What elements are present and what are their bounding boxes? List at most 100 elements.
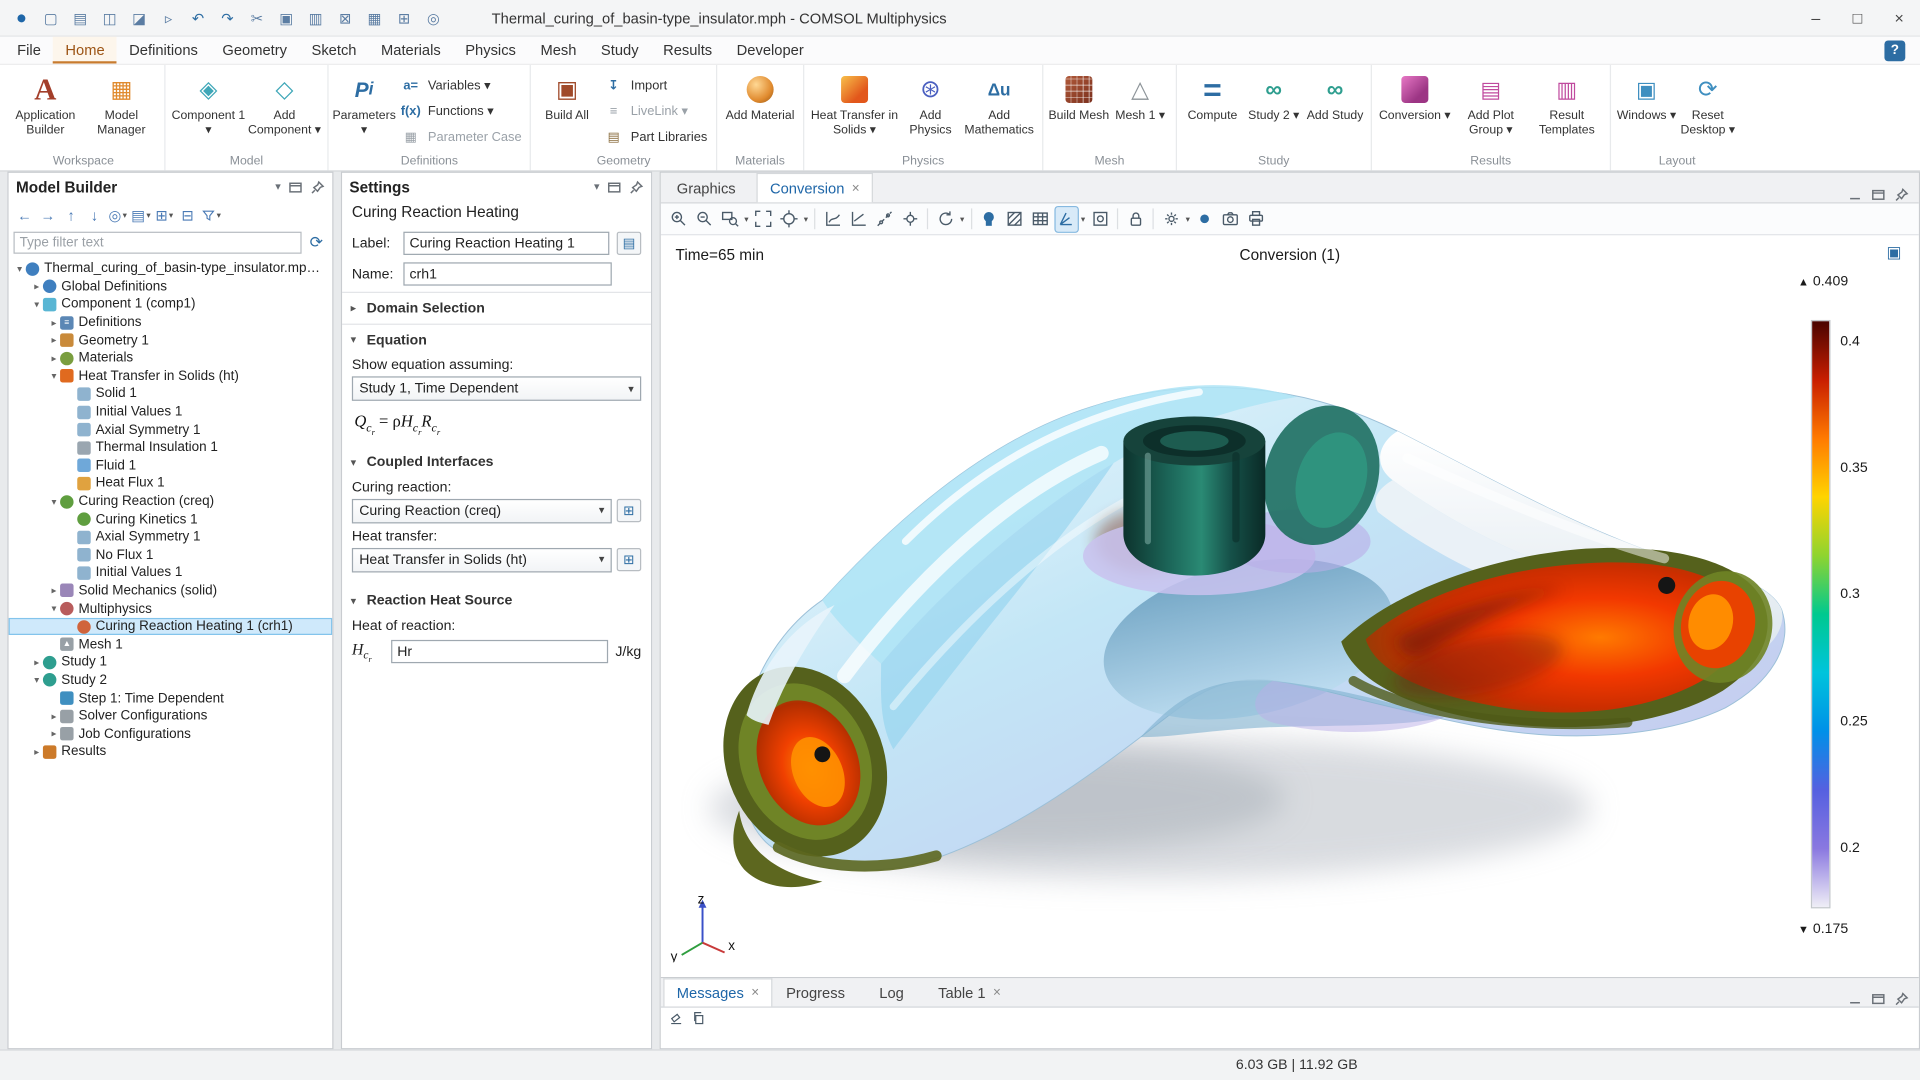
plot-settings-icon[interactable] <box>1159 205 1184 232</box>
menu-item[interactable]: Developer <box>724 37 816 64</box>
tree-item[interactable]: ▾ Component 1 (comp1) <box>9 296 333 314</box>
messages-tab[interactable]: Messages× <box>663 978 772 1006</box>
graphics-viewport[interactable]: Time=65 min Conversion (1) ▣ ▲ 0.409 0.4… <box>661 235 1919 977</box>
filter-icon[interactable]: ▾ <box>200 203 222 226</box>
build-all-button[interactable]: ▣Build All <box>536 66 597 152</box>
tree-item[interactable]: Thermal Insulation 1 <box>9 439 333 457</box>
tree-filter-input[interactable] <box>13 232 301 254</box>
qat-icon[interactable]: ⊠ <box>331 6 359 31</box>
cut-line-icon[interactable] <box>872 205 897 232</box>
functions-button[interactable]: f(x)Functions ▾ <box>395 99 526 122</box>
lock-view-icon[interactable] <box>1123 205 1148 232</box>
pin-panel-icon[interactable] <box>1894 992 1909 1007</box>
tree-expander[interactable]: ▸ <box>48 353 60 364</box>
tree-item[interactable]: Curing Kinetics 1 <box>9 510 333 528</box>
close-button[interactable]: × <box>1878 0 1920 36</box>
detach-panel-icon[interactable] <box>1871 992 1886 1007</box>
image-snapshot-icon[interactable] <box>1218 205 1243 232</box>
tree-expander[interactable]: ▸ <box>48 335 60 346</box>
tree-item[interactable]: ▸ Geometry 1 <box>9 331 333 349</box>
add-study-button[interactable]: ∞Add Study <box>1304 66 1365 152</box>
go-to-heat-transfer-button[interactable]: ⊞ <box>617 548 642 571</box>
tree-expander[interactable]: ▸ <box>31 657 43 668</box>
qat-icon[interactable]: ↷ <box>213 6 241 31</box>
tree-expander[interactable]: ▾ <box>31 299 43 310</box>
tree-item[interactable]: Solid 1 <box>9 385 333 403</box>
qat-icon[interactable]: ▢ <box>37 6 65 31</box>
zoom-extents-icon[interactable] <box>751 205 776 232</box>
tree-item[interactable]: ▸ Results <box>9 743 333 761</box>
go-to-default-view-icon[interactable] <box>777 205 802 232</box>
tree-item[interactable]: ▾ Thermal_curing_of_basin-type_insulator… <box>9 260 333 278</box>
tree-expander[interactable]: ▾ <box>48 371 60 382</box>
section-coupled-interfaces[interactable]: ▾Coupled Interfaces <box>342 449 651 475</box>
probe-icon[interactable] <box>898 205 923 232</box>
clip-plane-icon[interactable] <box>1088 205 1113 232</box>
move-down-icon[interactable]: ↓ <box>83 203 105 226</box>
tree-expander[interactable]: ▸ <box>48 728 60 739</box>
parameters-button[interactable]: PiParameters ▾ <box>333 66 394 152</box>
qat-icon[interactable]: ◎ <box>419 6 447 31</box>
panel-splitter[interactable] <box>333 172 340 1050</box>
table-surface-icon[interactable] <box>1028 205 1053 232</box>
add-component-button[interactable]: ◇Add Component ▾ <box>246 66 322 152</box>
tree-item[interactable]: Fluid 1 <box>9 457 333 475</box>
environment-settings-icon[interactable] <box>1192 205 1217 232</box>
qat-icon[interactable]: ▤ <box>66 6 94 31</box>
insulator-3d-plot[interactable] <box>661 235 1919 977</box>
parameter-case-button[interactable]: ▦Parameter Case <box>395 125 526 148</box>
tree-expander[interactable]: ▸ <box>48 585 60 596</box>
qat-icon[interactable]: ● <box>7 6 35 31</box>
minimize-panel-icon[interactable] <box>1848 188 1863 203</box>
menu-item[interactable]: Definitions <box>117 37 210 64</box>
menu-item[interactable]: Results <box>651 37 725 64</box>
detach-panel-icon[interactable] <box>288 180 303 195</box>
tree-item[interactable]: ▾ Multiphysics <box>9 600 333 618</box>
tree-item[interactable]: ▾ Study 2 <box>9 671 333 689</box>
panel-menu-icon[interactable]: ▾ <box>275 180 281 193</box>
graphics-tab[interactable]: Graphics <box>663 173 756 202</box>
heat-transfer-select[interactable]: Heat Transfer in Solids (ht)▾ <box>352 548 612 573</box>
go-forward-icon[interactable]: → <box>37 203 59 226</box>
add-material-button[interactable]: Add Material <box>722 66 798 152</box>
tab-close-icon[interactable]: × <box>751 986 759 1001</box>
tree-item[interactable]: ▾ Heat Transfer in Solids (ht) <box>9 367 333 385</box>
tree-item[interactable]: ▲ Mesh 1 <box>9 636 333 654</box>
tree-item[interactable]: Initial Values 1 <box>9 403 333 421</box>
refresh-plot-icon[interactable] <box>933 205 958 232</box>
zoom-box-icon[interactable] <box>717 205 742 232</box>
livelink-button[interactable]: ≡LiveLink ▾ <box>598 99 711 122</box>
menu-item[interactable]: Materials <box>369 37 453 64</box>
go-to-curing-reaction-button[interactable]: ⊞ <box>617 499 642 522</box>
tab-close-icon[interactable]: × <box>852 181 860 196</box>
zoom-out-icon[interactable] <box>691 205 716 232</box>
add-physics-button[interactable]: ⊛Add Physics <box>900 66 961 152</box>
tree-item[interactable]: ▾ Curing Reaction (creq) <box>9 492 333 510</box>
pin-panel-icon[interactable] <box>1894 188 1909 203</box>
heat-of-reaction-input[interactable] <box>391 640 608 663</box>
qat-icon[interactable]: ▣ <box>272 6 300 31</box>
tree-item[interactable]: ▸ Global Definitions <box>9 278 333 296</box>
name-input[interactable] <box>403 262 611 285</box>
tree-item[interactable]: ▸ Job Configurations <box>9 725 333 743</box>
menu-item[interactable]: Mesh <box>528 37 588 64</box>
tree-expander[interactable]: ▾ <box>48 496 60 507</box>
collapse-nodes-icon[interactable]: ⊟ <box>177 203 199 226</box>
label-input[interactable] <box>403 232 609 255</box>
tree-item[interactable]: Curing Reaction Heating 1 (crh1) <box>9 618 333 636</box>
menu-item[interactable]: Physics <box>453 37 528 64</box>
detach-panel-icon[interactable] <box>1871 188 1886 203</box>
minimize-panel-icon[interactable] <box>1848 992 1863 1007</box>
mesh-button[interactable]: △Mesh 1 ▾ <box>1109 66 1170 152</box>
tree-item[interactable]: ▸ Solid Mechanics (solid) <box>9 582 333 600</box>
model-manager-button[interactable]: ▦Model Manager <box>83 66 159 152</box>
expand-nodes-icon[interactable]: ⊞▾ <box>153 203 175 226</box>
section-equation[interactable]: ▾Equation <box>342 327 651 353</box>
tree-expander[interactable]: ▸ <box>31 281 43 292</box>
tree-expander[interactable]: ▾ <box>13 263 25 274</box>
part-libraries-button[interactable]: ▤Part Libraries <box>598 125 711 148</box>
curing-reaction-select[interactable]: Curing Reaction (creq)▾ <box>352 498 612 523</box>
qat-icon[interactable]: ◪ <box>125 6 153 31</box>
scene-light-icon[interactable] <box>977 205 1002 232</box>
study-button[interactable]: ∞Study 2 ▾ <box>1243 66 1304 152</box>
